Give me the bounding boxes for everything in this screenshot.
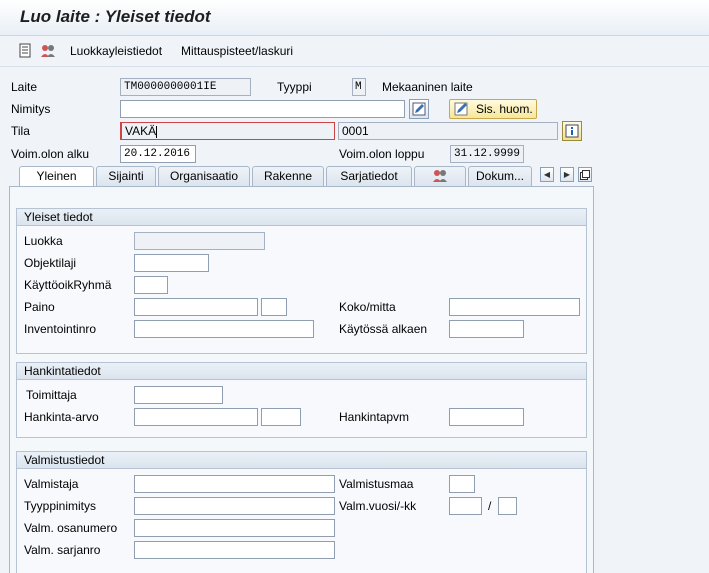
document-list-icon[interactable] <box>17 43 33 59</box>
kaytossa-alkaen-field[interactable] <box>449 320 524 338</box>
status-info-button[interactable] <box>562 121 582 141</box>
tyyppi-label: Tyyppi <box>277 80 312 94</box>
class-overview-link[interactable]: Luokkayleistiedot <box>70 44 162 58</box>
tyyppi-description: Mekaaninen laite <box>382 80 473 94</box>
hankintapvm-field[interactable] <box>449 408 524 426</box>
tila-value: VAKÄ <box>125 124 157 138</box>
hankintapvm-label: Hankintapvm <box>339 410 410 424</box>
inventointinro-label: Inventointinro <box>24 322 97 336</box>
paino-field[interactable] <box>134 298 258 316</box>
valmistusmaa-label: Valmistusmaa <box>339 477 414 491</box>
sarjanro-label: Valm. sarjanro <box>24 543 101 557</box>
tab-yleinen[interactable]: Yleinen <box>19 166 94 187</box>
title-bar: Luo laite : Yleiset tiedot <box>0 0 709 36</box>
osanumero-field[interactable] <box>134 519 335 537</box>
tab-dokumentit[interactable]: Dokum... <box>468 166 532 186</box>
tab-organisaatio[interactable]: Organisaatio <box>158 166 250 186</box>
procurement-title: Hankintatiedot <box>17 363 586 380</box>
internal-note-button[interactable]: Sis. huom. <box>449 99 537 119</box>
nimitys-field[interactable] <box>120 100 405 118</box>
pencil-note-icon <box>454 102 470 116</box>
tyyppinimitys-label: Tyyppinimitys <box>24 499 97 513</box>
measuring-points-link[interactable]: Mittauspisteet/laskuri <box>181 44 293 58</box>
luokka-label: Luokka <box>24 234 63 248</box>
application-toolbar: Luokkayleistiedot Mittauspisteet/laskuri <box>0 37 709 67</box>
valmistaja-label: Valmistaja <box>24 477 79 491</box>
osanumero-label: Valm. osanumero <box>24 521 118 535</box>
pencil-icon <box>412 102 426 116</box>
valmistaja-field[interactable] <box>134 475 335 493</box>
koko-mitta-label: Koko/mitta <box>339 300 396 314</box>
tab-sijainti[interactable]: Sijainti <box>96 166 156 186</box>
info-icon <box>565 124 579 138</box>
voim-loppu-label: Voim.olon loppu <box>339 147 425 161</box>
users-icon[interactable] <box>40 43 56 59</box>
edit-long-text-button[interactable] <box>409 99 429 119</box>
tab-rakenne[interactable]: Rakenne <box>252 166 324 186</box>
tyyppi-field[interactable]: M <box>352 78 366 96</box>
voim-loppu-field[interactable]: 31.12.9999 <box>450 145 524 163</box>
valm-kk-field[interactable] <box>498 497 517 515</box>
objektilaji-field[interactable] <box>134 254 209 272</box>
voim-alku-label: Voim.olon alku <box>11 147 90 161</box>
tab-scroll-right-button[interactable]: ▶ <box>560 167 574 182</box>
luokka-field[interactable] <box>134 232 265 250</box>
hankinta-arvo-field[interactable] <box>134 408 258 426</box>
laite-label: Laite <box>11 80 38 94</box>
valm-vuosi-label: Valm.vuosi/-kk <box>339 499 417 513</box>
tab-list-button[interactable] <box>578 167 592 182</box>
kaytossa-alkaen-label: Käytössä alkaen <box>339 322 428 336</box>
paino-label: Paino <box>24 300 55 314</box>
general-data-title: Yleiset tiedot <box>17 209 586 226</box>
hankinta-currency-field[interactable] <box>261 408 301 426</box>
page-title: Luo laite : Yleiset tiedot <box>20 7 211 26</box>
paino-unit-field[interactable] <box>261 298 287 316</box>
text-cursor <box>156 125 158 138</box>
year-month-separator: / <box>488 499 492 513</box>
laite-field[interactable]: TM0000000001IE <box>120 78 251 96</box>
procurement-group: Hankintatiedot <box>16 362 587 438</box>
voim-alku-field[interactable]: 20.12.2016 <box>120 145 196 163</box>
nimitys-label: Nimitys <box>11 102 51 116</box>
hankinta-arvo-label: Hankinta-arvo <box>24 410 99 424</box>
toimittaja-label: Toimittaja <box>26 388 77 402</box>
toimittaja-field[interactable] <box>134 386 223 404</box>
tab-partners[interactable] <box>414 166 466 186</box>
inventointinro-field[interactable] <box>134 320 314 338</box>
tab-list-icon <box>580 169 590 180</box>
manufacturer-title: Valmistustiedot <box>17 452 586 469</box>
tila-field[interactable]: VAKÄ <box>120 122 335 140</box>
tab-scroll-left-button[interactable]: ◀ <box>540 167 554 182</box>
tab-sarjatiedot[interactable]: Sarjatiedot <box>326 166 412 186</box>
koko-mitta-field[interactable] <box>449 298 580 316</box>
tila-label: Tila <box>11 124 30 138</box>
valm-vuosi-field[interactable] <box>449 497 482 515</box>
tila-code-field[interactable]: 0001 <box>338 122 558 140</box>
sarjanro-field[interactable] <box>134 541 335 559</box>
kayttooikryhma-label: KäyttöoikRyhmä <box>24 278 112 292</box>
tyyppinimitys-field[interactable] <box>134 497 335 515</box>
kayttooikryhma-field[interactable] <box>134 276 168 294</box>
valmistusmaa-field[interactable] <box>449 475 475 493</box>
internal-note-label: Sis. huom. <box>476 102 533 116</box>
objektilaji-label: Objektilaji <box>24 256 77 270</box>
